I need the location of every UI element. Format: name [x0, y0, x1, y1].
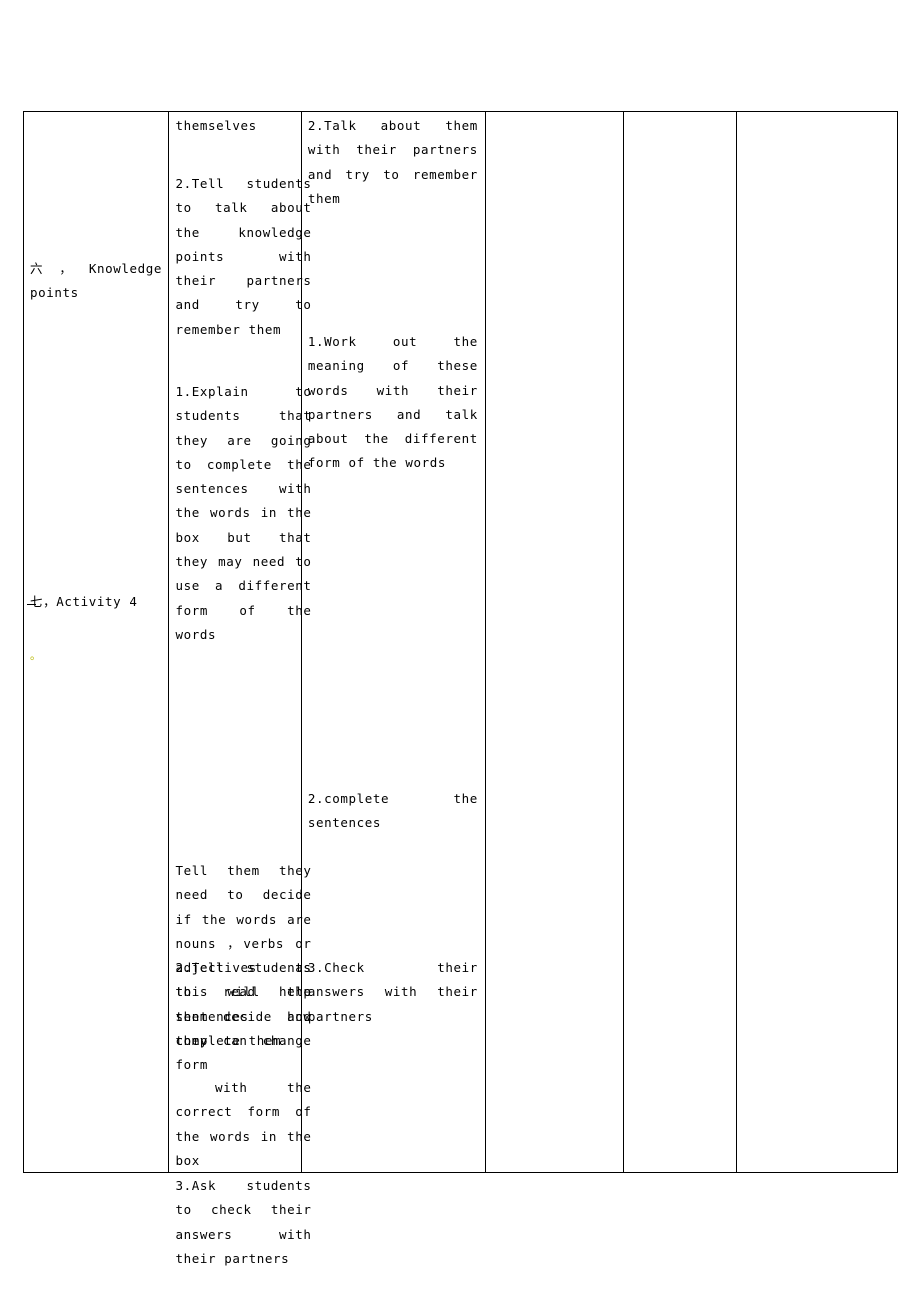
table-row: 六 ， Knowledge points 七，Activity 4 。 them…	[22, 111, 898, 1266]
teacher-activity-cell-content: themselves 2.Tell students to talk about…	[169, 112, 310, 1266]
lesson-plan-table: 六 ， Knowledge points 七，Activity 4 。 them…	[22, 111, 898, 1266]
document-page: 六 ， Knowledge points 七，Activity 4 。 them…	[0, 0, 920, 1302]
cell-student-activity-column: 2.Talk about them with their partners an…	[300, 111, 486, 1173]
teacher-text-themselves: themselves	[175, 118, 257, 133]
teacher-text-step2-knowledge: 2.Tell students to talk about the knowle…	[175, 176, 312, 337]
stage-label-activity-4: 七，Activity 4	[30, 594, 138, 609]
student-text-step2-talk: 2.Talk about them with their partners an…	[307, 118, 486, 206]
teacher-text-step1-explain: 1.Explain to students that they are goin…	[175, 384, 312, 642]
student-text-step1-work-out: 1.Work out the meaning of these words wi…	[307, 334, 486, 471]
teacher-text-step2-read: 2.Tell students to read the sentences an…	[175, 960, 312, 1048]
cell-blank-2	[623, 111, 738, 1173]
student-activity-cell-content: 2.Talk about them with their partners an…	[302, 112, 485, 1172]
blank-3-content	[737, 112, 897, 1172]
stage-label-mark: 。	[30, 649, 42, 662]
teacher-text-correct-form: with the correct form of the words in th…	[175, 1080, 312, 1168]
student-text-step2-complete: 2.complete the sentences	[307, 791, 486, 831]
cell-teacher-activity-column: themselves 2.Tell students to talk about…	[168, 111, 311, 1266]
stage-label-knowledge-points: 六 ， Knowledge points	[30, 261, 171, 301]
student-text-step3-check: 3.Check their answers with their partner…	[307, 960, 486, 1024]
cell-stage-column: 六 ， Knowledge points 七，Activity 4 。	[22, 111, 170, 1173]
blank-1-content	[486, 112, 623, 1172]
stage-cell-content: 六 ， Knowledge points 七，Activity 4 。	[24, 112, 168, 1172]
cell-blank-3	[736, 111, 898, 1173]
teacher-text-step3-check: 3.Ask students to check their answers wi…	[175, 1178, 320, 1266]
cell-blank-1	[484, 111, 625, 1173]
blank-2-content	[624, 112, 736, 1172]
